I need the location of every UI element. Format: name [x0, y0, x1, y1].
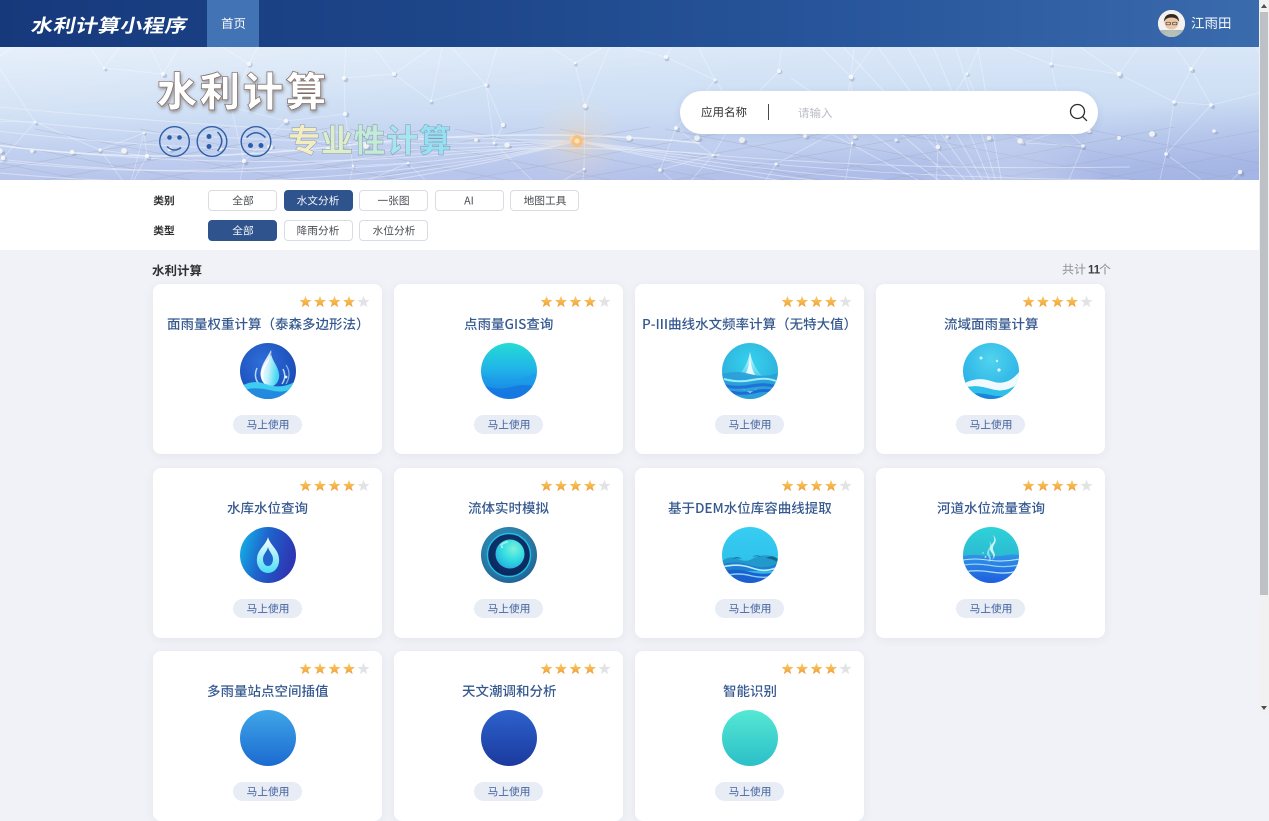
svg-text:11: 11 [1088, 265, 1101, 277]
